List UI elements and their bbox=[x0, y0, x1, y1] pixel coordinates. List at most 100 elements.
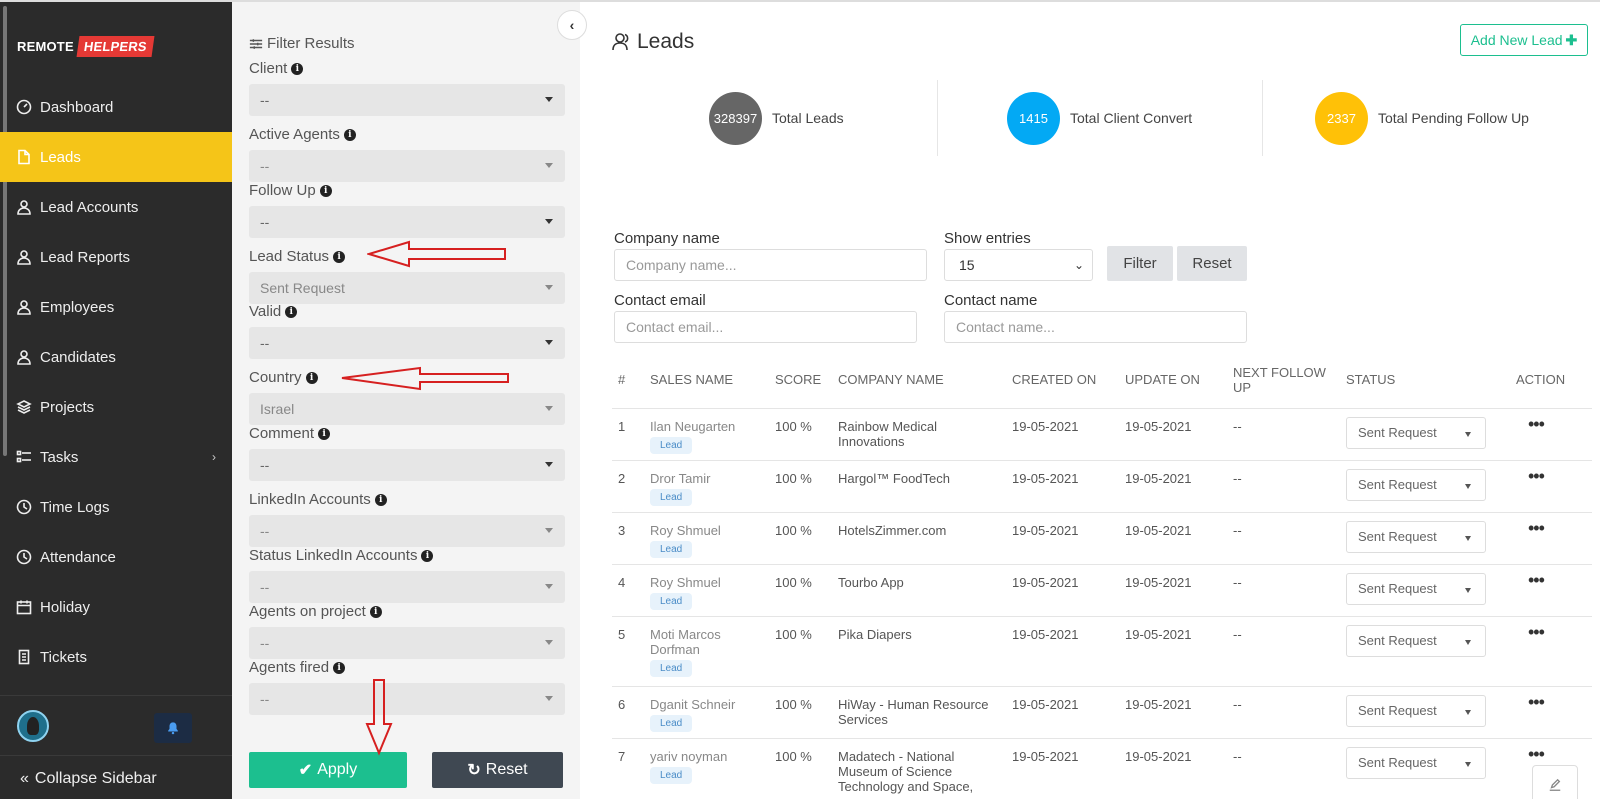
sales-name[interactable]: Roy Shmuel bbox=[650, 575, 763, 590]
sidebar-item-projects[interactable]: Projects bbox=[0, 382, 232, 432]
sales-name[interactable]: yariv noyman bbox=[650, 749, 763, 764]
more-actions-icon[interactable]: ••• bbox=[1516, 467, 1586, 485]
layers-icon bbox=[16, 399, 32, 415]
brand-logo[interactable]: REMOTE HELPERS bbox=[17, 34, 155, 58]
more-actions-icon[interactable]: ••• bbox=[1516, 519, 1586, 537]
sidebar-item-employees[interactable]: Employees bbox=[0, 282, 232, 332]
info-icon[interactable]: i bbox=[369, 605, 382, 618]
sales-name[interactable]: Roy Shmuel bbox=[650, 523, 763, 538]
sales-name[interactable]: Dror Tamir bbox=[650, 471, 763, 486]
filter-select-linkedin-accounts[interactable]: -- bbox=[249, 515, 565, 547]
company-name-input[interactable]: Company name... bbox=[614, 249, 927, 281]
col-header[interactable]: CREATED ON bbox=[1006, 352, 1119, 409]
filter-select-country[interactable]: Israel bbox=[249, 393, 565, 425]
col-header[interactable]: STATUS bbox=[1340, 352, 1510, 409]
info-icon[interactable]: i bbox=[333, 250, 346, 263]
more-actions-icon[interactable]: ••• bbox=[1516, 693, 1586, 711]
status-select[interactable]: Sent Request bbox=[1346, 694, 1486, 727]
stat-total-leads: 328397 Total Leads bbox=[709, 90, 844, 146]
status-select[interactable]: Sent Request bbox=[1346, 746, 1486, 779]
sidebar-item-time-logs[interactable]: Time Logs bbox=[0, 482, 232, 532]
info-icon[interactable]: i bbox=[285, 305, 298, 318]
filter-select-status-linkedin-accounts[interactable]: -- bbox=[249, 571, 565, 603]
status-select[interactable]: Sent Request bbox=[1346, 520, 1486, 553]
sidebar-item-label: Lead Reports bbox=[40, 248, 131, 266]
status-select[interactable]: Sent Request bbox=[1346, 416, 1486, 449]
filter-reset-button[interactable]: ↻ Reset bbox=[432, 752, 563, 788]
sidebar-item-candidates[interactable]: Candidates bbox=[0, 332, 232, 382]
sales-name[interactable]: Dganit Schneir bbox=[650, 697, 763, 712]
next-follow-up-cell: -- bbox=[1227, 616, 1340, 687]
show-entries-select[interactable]: 15 ⌄ bbox=[944, 249, 1093, 281]
sidebar-item-tickets[interactable]: Tickets bbox=[0, 632, 232, 682]
info-icon[interactable]: i bbox=[333, 661, 346, 674]
score-cell: 100 % bbox=[769, 460, 832, 513]
search-reset-button[interactable]: Reset bbox=[1177, 246, 1247, 281]
contact-email-label: Contact email bbox=[614, 292, 706, 309]
filter-select-agents-on-project[interactable]: -- bbox=[249, 627, 565, 659]
edit-floating-button[interactable] bbox=[1532, 765, 1578, 799]
info-icon[interactable]: i bbox=[374, 493, 387, 506]
filter-select-follow-up[interactable]: -- bbox=[249, 206, 565, 238]
status-select[interactable]: Sent Request bbox=[1346, 624, 1486, 657]
double-chevron-left-icon: « bbox=[20, 769, 29, 787]
score-cell: 100 % bbox=[769, 564, 832, 617]
sidebar-item-label: Candidates bbox=[40, 348, 116, 366]
sidebar-item-holiday[interactable]: Holiday bbox=[0, 582, 232, 632]
col-header[interactable]: # bbox=[612, 352, 644, 409]
filter-select-lead-status[interactable]: Sent Request bbox=[249, 272, 565, 304]
info-icon[interactable]: i bbox=[318, 427, 331, 440]
sales-name[interactable]: Ilan Neugarten bbox=[650, 419, 763, 434]
col-header[interactable]: NEXT FOLLOW UP bbox=[1227, 352, 1340, 409]
info-icon[interactable]: i bbox=[291, 62, 304, 75]
sidebar-item-lead-reports[interactable]: Lead Reports bbox=[0, 232, 232, 282]
avatar[interactable] bbox=[17, 710, 49, 742]
collapse-sidebar-button[interactable]: « Collapse Sidebar bbox=[0, 755, 232, 799]
col-header[interactable]: SALES NAME bbox=[644, 352, 769, 409]
sidebar-item-label: Dashboard bbox=[40, 98, 114, 116]
info-icon[interactable]: i bbox=[421, 549, 434, 562]
filter-button[interactable]: Filter bbox=[1107, 246, 1173, 281]
more-actions-icon[interactable]: ••• bbox=[1516, 623, 1586, 641]
updated-cell: 19-05-2021 bbox=[1119, 408, 1227, 461]
info-icon[interactable]: i bbox=[343, 128, 356, 141]
caret-down-icon bbox=[545, 340, 553, 345]
sidebar-item-attendance[interactable]: Attendance bbox=[0, 532, 232, 582]
notification-button[interactable] bbox=[154, 713, 192, 743]
caret-down-icon bbox=[1465, 483, 1471, 489]
sales-name-cell: Moti Marcos Dorfman Lead bbox=[644, 616, 769, 687]
chevron-down-icon: ⌄ bbox=[1073, 258, 1084, 272]
filter-select-client[interactable]: -- bbox=[249, 84, 565, 116]
col-header[interactable]: COMPANY NAME bbox=[832, 352, 1006, 409]
apply-button[interactable]: ✔ Apply bbox=[249, 752, 407, 788]
more-actions-icon[interactable]: ••• bbox=[1516, 415, 1586, 433]
caret-down-icon bbox=[1465, 431, 1471, 437]
sidebar-item-leads[interactable]: Leads bbox=[0, 132, 232, 182]
sidebar-item-lead-accounts[interactable]: Lead Accounts bbox=[0, 182, 232, 232]
sidebar-item-dashboard[interactable]: Dashboard bbox=[0, 82, 232, 132]
info-icon[interactable]: i bbox=[319, 184, 332, 197]
filter-select-agents-fired[interactable]: -- bbox=[249, 683, 565, 715]
status-select[interactable]: Sent Request bbox=[1346, 468, 1486, 501]
action-cell: ••• bbox=[1510, 408, 1592, 461]
info-icon[interactable]: i bbox=[305, 371, 318, 384]
contact-name-input[interactable]: Contact name... bbox=[944, 311, 1247, 343]
contact-email-input[interactable]: Contact email... bbox=[614, 311, 917, 343]
sales-name[interactable]: Moti Marcos Dorfman bbox=[650, 627, 763, 657]
score-cell: 100 % bbox=[769, 686, 832, 739]
filter-select-active-agents[interactable]: -- bbox=[249, 150, 565, 182]
status-select[interactable]: Sent Request bbox=[1346, 572, 1486, 605]
filter-select-comment[interactable]: -- bbox=[249, 449, 565, 481]
caret-down-icon bbox=[545, 528, 553, 533]
more-actions-icon[interactable]: ••• bbox=[1516, 745, 1586, 763]
more-actions-icon[interactable]: ••• bbox=[1516, 571, 1586, 589]
row-number: 1 bbox=[612, 408, 644, 461]
col-header[interactable]: UPDATE ON bbox=[1119, 352, 1227, 409]
sidebar-item-tasks[interactable]: Tasks › bbox=[0, 432, 232, 482]
main-content: Leads Add New Lead ✚ 328397 Total Leads 1… bbox=[580, 2, 1600, 799]
updated-cell: 19-05-2021 bbox=[1119, 460, 1227, 513]
add-new-lead-button[interactable]: Add New Lead ✚ bbox=[1460, 24, 1588, 56]
status-cell: Sent Request bbox=[1340, 564, 1510, 617]
col-header[interactable]: SCORE bbox=[769, 352, 832, 409]
filter-select-valid[interactable]: -- bbox=[249, 327, 565, 359]
